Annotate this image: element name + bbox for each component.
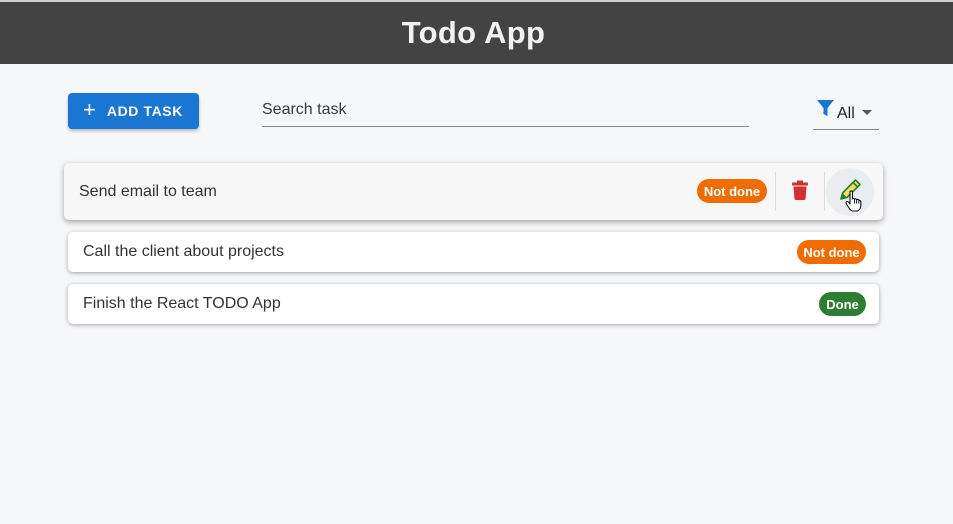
task-item[interactable]: Send email to team Not done <box>64 163 883 220</box>
hand-cursor-icon <box>845 190 862 217</box>
status-badge: Not done <box>697 179 767 203</box>
status-badge: Not done <box>797 240 866 264</box>
task-text: Send email to team <box>79 182 217 200</box>
plus-icon: + <box>83 97 96 122</box>
status-badge: Done <box>819 292 866 316</box>
divider <box>775 172 776 211</box>
filter-icon <box>817 100 834 122</box>
task-item[interactable]: Call the client about projects Not done <box>68 232 879 272</box>
app-header: Todo App <box>0 0 953 64</box>
search-field[interactable] <box>262 96 749 127</box>
add-task-label: ADD TASK <box>106 103 183 119</box>
task-text: Call the client about projects <box>83 243 284 260</box>
task-text: Finish the React TODO App <box>83 295 281 312</box>
app-title: Todo App <box>401 15 546 50</box>
add-task-button[interactable]: + ADD TASK <box>68 93 199 129</box>
chevron-down-icon <box>861 110 872 115</box>
trash-icon[interactable] <box>791 180 809 205</box>
filter-value: All <box>837 105 855 122</box>
divider <box>824 172 825 211</box>
search-input[interactable] <box>262 96 749 124</box>
task-item[interactable]: Finish the React TODO App Done <box>68 284 879 324</box>
status-filter-select[interactable]: All <box>813 97 879 130</box>
